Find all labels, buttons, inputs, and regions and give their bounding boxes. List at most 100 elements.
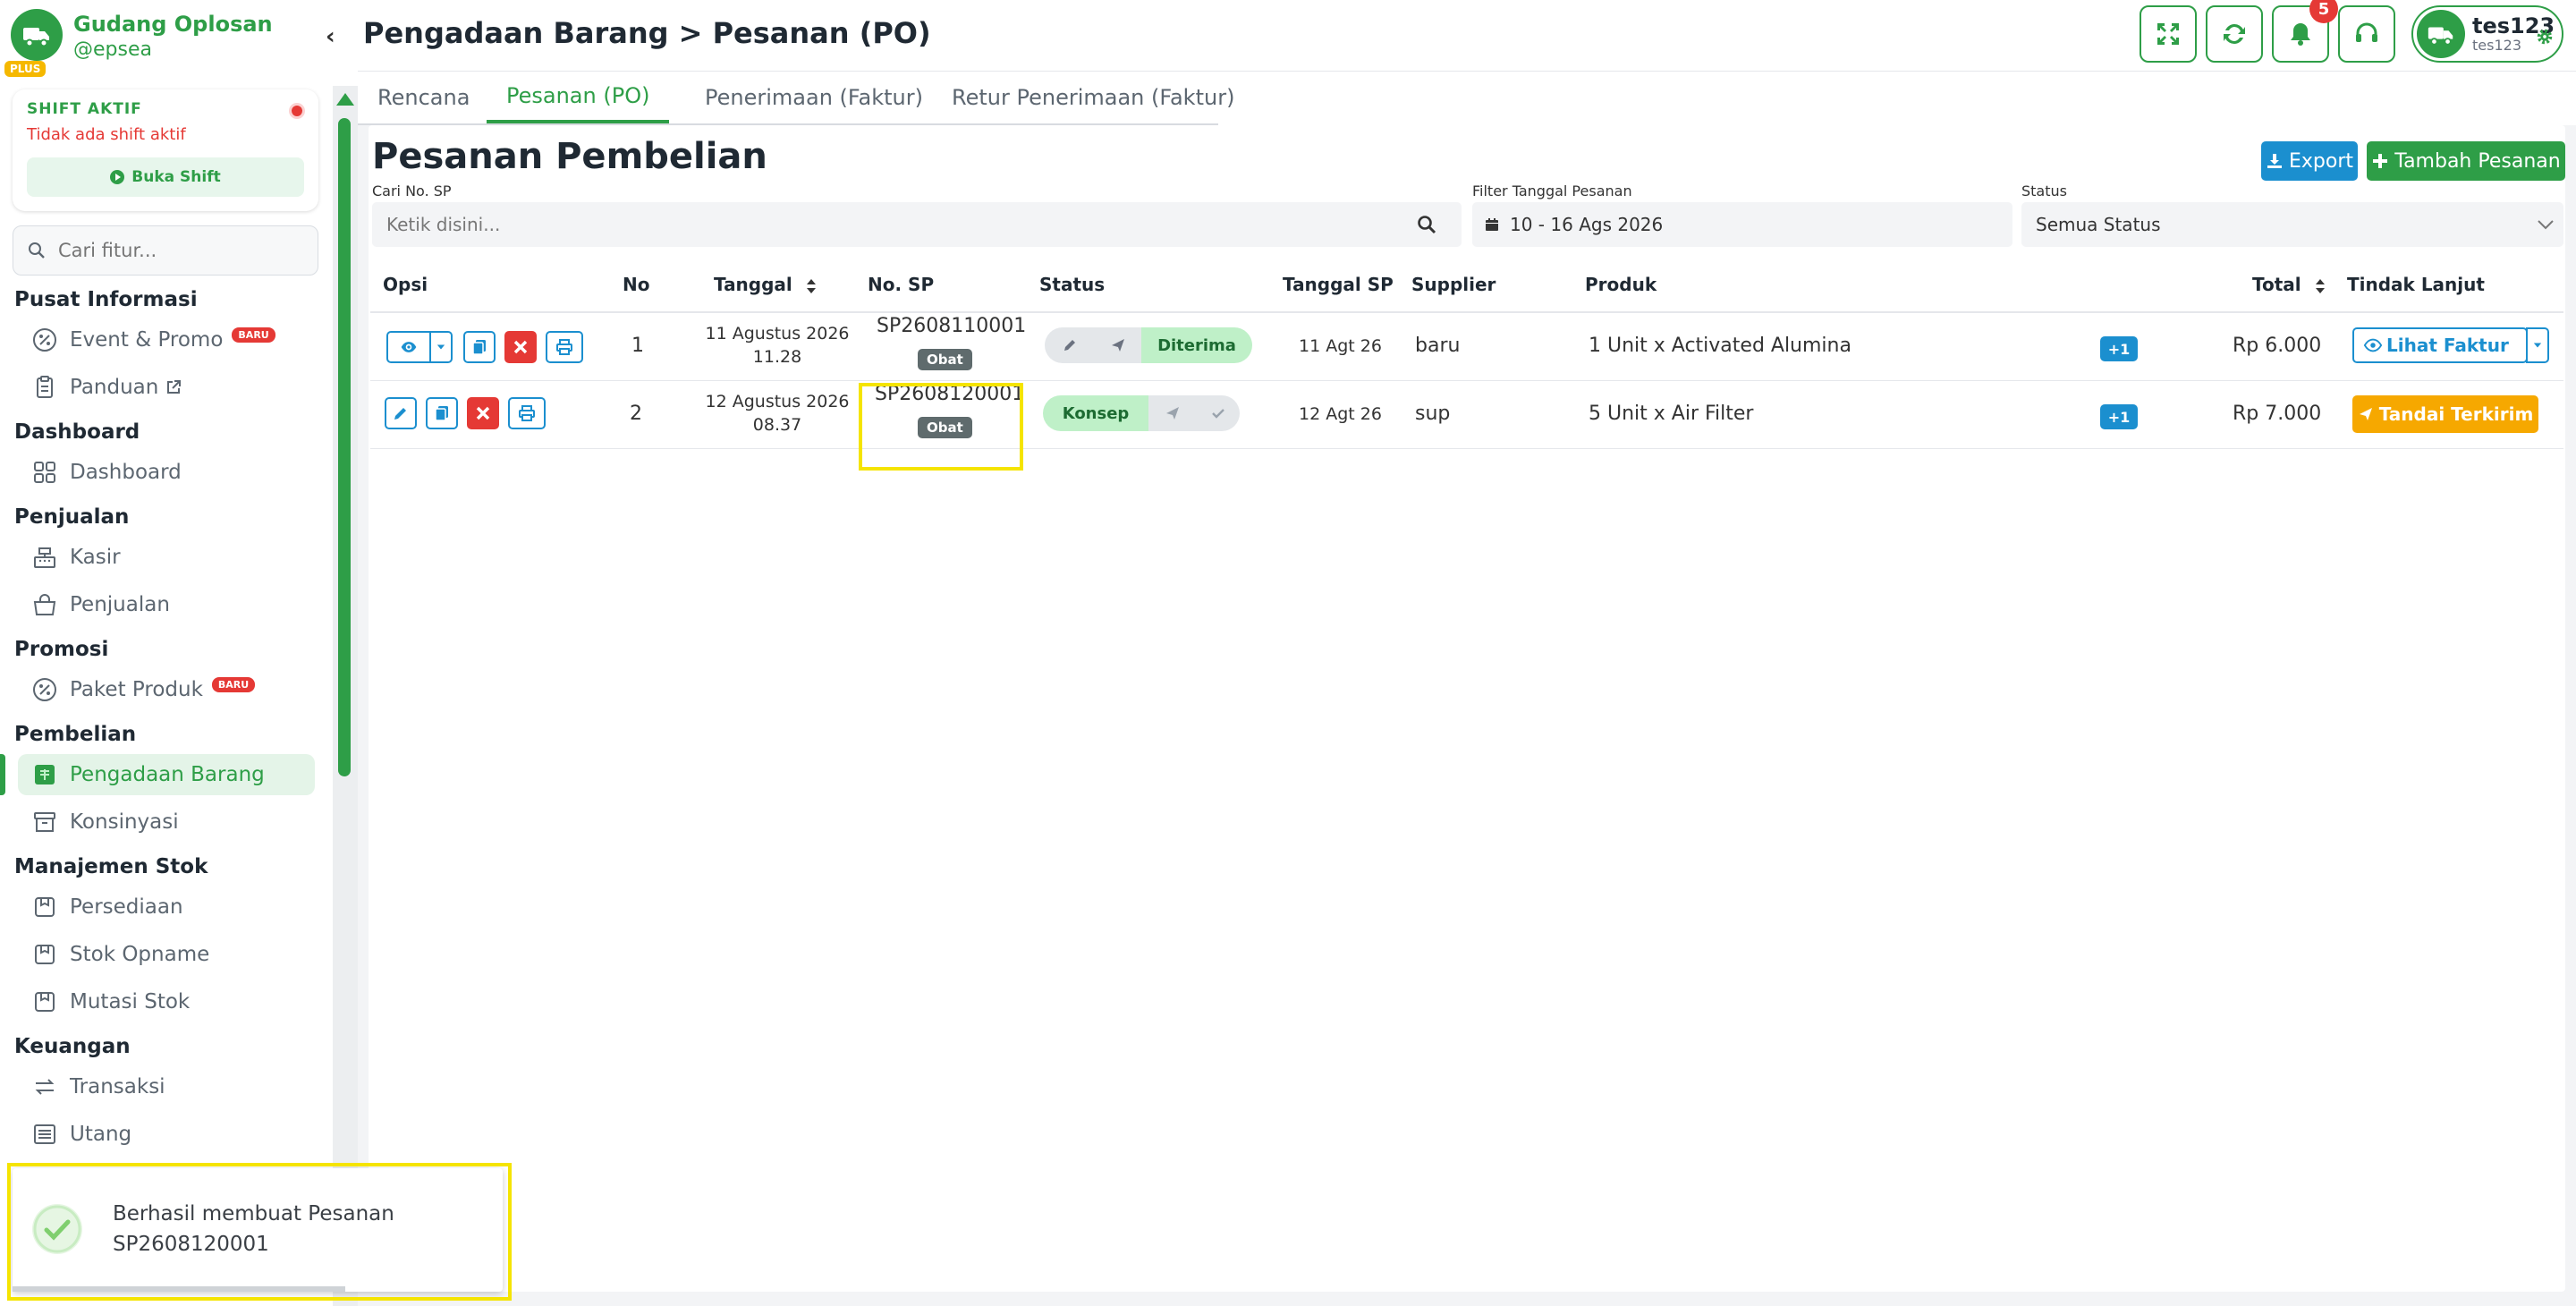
plus-icon [2373,154,2388,168]
sidebar-item-event-promo[interactable]: Event & Promo BARU [18,319,315,360]
row-date-day: 11 Agustus 2026 [705,324,850,343]
calendar-icon [1486,218,1498,231]
sidebar-item-mutasi-stok[interactable]: Mutasi Stok [18,981,315,1022]
tab-rencana[interactable]: Rencana [358,72,489,123]
printer-icon [519,405,535,421]
sidebar-item-paket-produk[interactable]: Paket Produk BARU [18,669,315,710]
user-menu[interactable]: tes123 tes123 [2411,5,2563,63]
mark-sent-label: Tandai Terkirim [2378,403,2534,425]
row-supplier: baru [1415,335,1461,357]
notifications-button[interactable]: 5 [2272,0,2338,63]
sidebar-item-transaksi[interactable]: Transaksi [18,1066,315,1107]
add-order-button[interactable]: Tambah Pesanan [2367,141,2565,181]
send-icon [1112,339,1124,352]
view-invoice-button[interactable]: Lihat Faktur [2352,327,2528,363]
row-total: Rp 6.000 [2233,335,2322,357]
notification-count-badge: 5 [2309,0,2338,23]
sort-icon [806,278,816,293]
col-tanggal[interactable]: Tanggal [714,274,817,295]
shift-card: SHIFT AKTIF Tidak ada shift aktif Buka S… [13,89,318,211]
status-step-draft: Konsep [1043,395,1148,431]
send-icon [2359,408,2372,420]
sp-search-field[interactable] [372,202,1462,247]
mark-sent-button[interactable]: Tandai Terkirim [2352,395,2538,433]
exchange-icon [32,1074,57,1099]
new-badge: BARU [232,326,275,343]
close-icon [513,340,528,354]
percent-icon [32,327,57,352]
sidebar-item-panduan[interactable]: Panduan [18,367,315,408]
more-products-badge[interactable]: +1 [2100,336,2138,361]
shift-status-dot [292,106,302,116]
sp-filter-label: Cari No. SP [372,182,452,199]
tab-retur-penerimaan[interactable]: Retur Penerimaan (Faktur) [932,72,1254,123]
tab-penerimaan-faktur[interactable]: Penerimaan (Faktur) [685,72,943,123]
sp-search-input[interactable] [386,214,1370,235]
clipboard-icon [32,375,57,400]
status-indicator: Konsep [1043,395,1240,431]
export-button[interactable]: Export [2261,141,2358,181]
sidebar-item-konsinyasi[interactable]: Konsinyasi [18,801,315,843]
pencil-icon [394,408,406,420]
invoice-dropdown-button[interactable] [2526,327,2549,363]
nav-section-pusat-informasi: Pusat Informasi [14,288,198,311]
refresh-button[interactable] [2206,5,2263,63]
gear-icon[interactable] [2535,27,2555,47]
brand[interactable]: Gudang Oplosan @epsea [11,9,273,63]
truck-icon [2428,27,2453,46]
sidebar-item-pengadaan-barang[interactable]: Pengadaan Barang [0,754,315,795]
row-tanggal-sp: 11 Agt 26 [1299,336,1382,356]
print-button[interactable] [508,397,546,429]
collapse-sidebar-button[interactable]: ‹ [326,23,335,50]
category-badge: Obat [918,349,972,370]
feature-search[interactable] [13,225,318,276]
nav-section-pembelian: Pembelian [14,723,137,746]
pencil-icon [1064,340,1075,351]
row-date: 11 Agustus 2026 11.28 [694,322,860,369]
cancel-button[interactable] [504,331,537,363]
status-filter-label: Status [2021,182,2067,199]
print-button[interactable] [546,331,583,363]
copy-icon [472,340,486,355]
open-shift-button[interactable]: Buka Shift [27,157,304,197]
tab-bar: Rencana Pesanan (PO) Penerimaan (Faktur)… [358,72,2576,125]
search-icon[interactable] [1417,215,1436,234]
status-step-received: Diterima [1141,327,1252,363]
sidebar-item-label: Paket Produk [70,678,203,701]
chevron-down-icon [2538,220,2554,230]
sidebar-item-kasir[interactable]: Kasir [18,537,315,578]
sidebar-nav: Pusat Informasi Event & Promo BARU Panduan D… [0,286,333,1155]
feature-search-input[interactable] [58,240,309,261]
support-button[interactable] [2338,5,2395,63]
copy-button[interactable] [426,397,458,429]
date-filter-field[interactable]: 10 - 16 Ags 2026 [1472,202,2012,247]
copy-button[interactable] [463,331,496,363]
sidebar-item-persediaan[interactable]: Persediaan [18,886,315,928]
sidebar-item-dashboard[interactable]: Dashboard [18,452,315,493]
more-products-badge[interactable]: +1 [2100,404,2138,429]
col-total[interactable]: Total [2252,274,2326,295]
status-filter-select[interactable]: Semua Status [2021,202,2563,247]
view-invoice-label: Lihat Faktur [2386,335,2509,356]
row-produk: 1 Unit x Activated Alumina [1589,335,1852,357]
tab-pesanan-po[interactable]: Pesanan (PO) [487,72,670,123]
row-total: Rp 7.000 [2233,403,2322,425]
sidebar-scroll-thumb[interactable] [338,118,351,776]
edit-button[interactable] [385,397,417,429]
row-produk: 5 Unit x Air Filter [1589,403,1754,425]
date-filter-value: 10 - 16 Ags 2026 [1510,214,1664,235]
row-date-day: 12 Agustus 2026 [705,392,850,411]
sidebar-item-stok-opname[interactable]: Stok Opname [18,934,315,975]
view-dropdown-button[interactable] [429,331,453,363]
sidebar-item-utang[interactable]: Utang [18,1114,315,1155]
list-icon [32,1122,57,1147]
brand-user: @epsea [73,38,152,61]
fullscreen-button[interactable] [2140,5,2197,63]
view-button[interactable] [386,331,431,363]
eye-icon [2363,338,2383,352]
sidebar-item-penjualan[interactable]: Penjualan [18,584,315,625]
col-total-label: Total [2252,274,2301,295]
row-sp-number[interactable]: SP2608110001 [877,315,1026,337]
scroll-up-icon[interactable] [336,93,354,106]
cancel-button[interactable] [467,397,499,429]
